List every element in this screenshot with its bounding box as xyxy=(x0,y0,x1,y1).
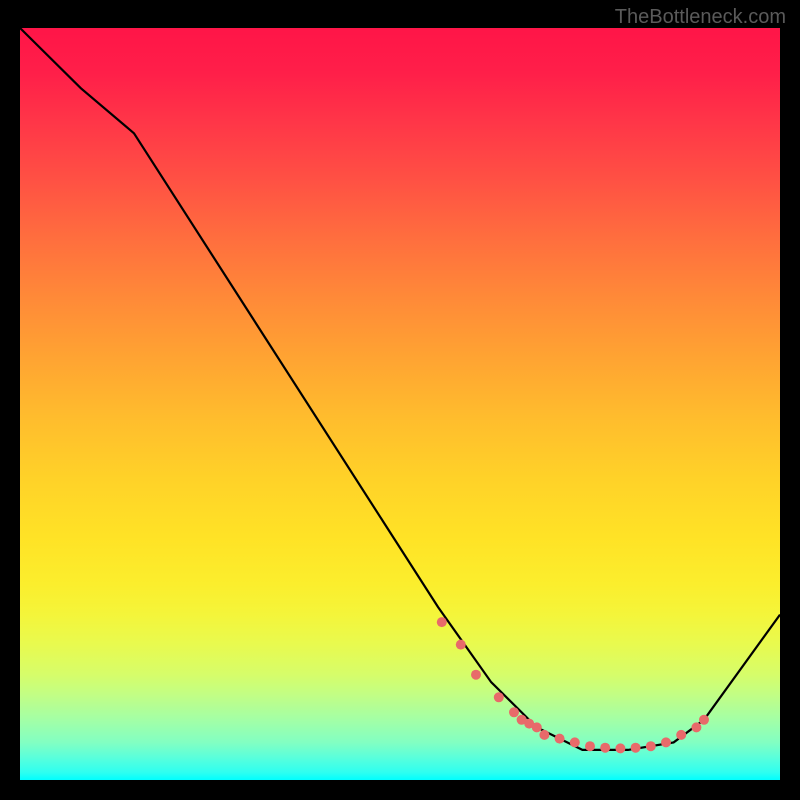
chart-svg xyxy=(20,28,780,780)
data-marker xyxy=(631,743,641,753)
data-marker xyxy=(539,730,549,740)
data-marker xyxy=(555,734,565,744)
plot-area xyxy=(20,28,780,780)
data-marker xyxy=(615,743,625,753)
data-marker xyxy=(661,737,671,747)
data-marker xyxy=(532,722,542,732)
data-marker xyxy=(585,741,595,751)
watermark-text: TheBottleneck.com xyxy=(615,6,786,29)
data-marker xyxy=(471,670,481,680)
data-marker xyxy=(646,741,656,751)
data-marker xyxy=(509,707,519,717)
data-marker xyxy=(437,617,447,627)
data-marker xyxy=(600,743,610,753)
data-marker xyxy=(570,737,580,747)
data-marker xyxy=(494,692,504,702)
data-marker xyxy=(676,730,686,740)
data-marker xyxy=(699,715,709,725)
data-markers xyxy=(437,617,709,753)
data-marker xyxy=(456,640,466,650)
curve-line xyxy=(20,28,780,750)
data-marker xyxy=(691,722,701,732)
